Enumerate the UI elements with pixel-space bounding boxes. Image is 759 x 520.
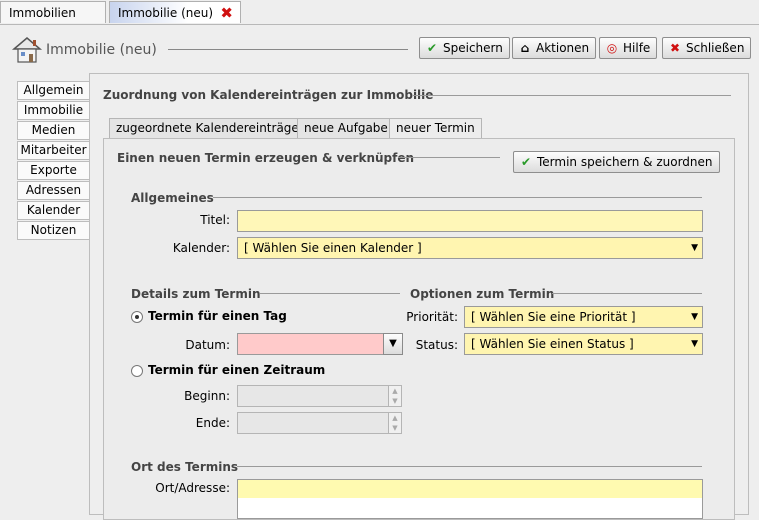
close-tab-icon[interactable]: ✖	[220, 5, 233, 21]
ende-input[interactable]	[237, 412, 389, 434]
radio-termin-tag-label: Termin für einen Tag	[148, 309, 287, 323]
actions-button[interactable]: ⌂ Aktionen	[512, 37, 597, 59]
tab-zugeordnete-kalendereintraege[interactable]: zugeordnete Kalendereinträge	[109, 118, 306, 138]
house-icon: ⌂	[520, 41, 530, 55]
sidebar-item-mitarbeiter[interactable]: Mitarbeiter	[17, 141, 89, 160]
tab-immobilie-neu[interactable]: Immobilie (neu) ✖	[109, 1, 241, 23]
sidebar-item-adressen[interactable]: Adressen	[17, 181, 89, 200]
chevron-down-icon: ▼	[691, 312, 698, 322]
tab-neuer-termin[interactable]: neuer Termin	[389, 118, 482, 139]
titel-label: Titel:	[200, 213, 230, 227]
house-icon	[11, 37, 43, 63]
document-tab-bar: Immobilien Immobilie (neu) ✖	[0, 0, 759, 25]
panel-title: Einen neuen Termin erzeugen & verknüpfen	[117, 151, 415, 165]
radio-termin-zeitraum[interactable]	[131, 365, 143, 377]
kalender-select[interactable]: [ Wählen Sie einen Kalender ] ▼	[237, 237, 703, 259]
chevron-down-icon: ▼	[691, 243, 698, 253]
ende-label: Ende:	[195, 416, 230, 430]
ort-separator	[237, 466, 702, 467]
prioritaet-select[interactable]: [ Wählen Sie eine Priorität ] ▼	[464, 306, 703, 328]
page-title: Immobilie (neu)	[46, 42, 157, 58]
tab-label: Immobilie (neu)	[118, 6, 214, 20]
status-label: Status:	[415, 338, 458, 352]
section-separator	[413, 95, 731, 96]
close-button[interactable]: ✖ Schließen	[662, 37, 752, 59]
save-and-assign-button[interactable]: ✔ Termin speichern & zuordnen	[513, 151, 720, 173]
prioritaet-label: Priorität:	[406, 310, 458, 324]
help-button[interactable]: ◎ Hilfe	[599, 37, 658, 59]
panel-title-separator	[398, 157, 500, 158]
optionen-separator	[552, 293, 702, 294]
section-title: Zuordnung von Kalendereinträgen zur Immo…	[103, 88, 434, 102]
beginn-spinner[interactable]: ▲ ▼	[388, 385, 402, 407]
sidebar-item-allgemein[interactable]: Allgemein	[17, 81, 89, 100]
status-select[interactable]: [ Wählen Sie einen Status ] ▼	[464, 333, 703, 355]
datum-input[interactable]	[237, 333, 384, 355]
allgemeines-separator	[213, 197, 702, 198]
lifebuoy-icon: ◎	[606, 41, 618, 55]
datum-label: Datum:	[185, 338, 230, 352]
save-button[interactable]: ✔ Speichern	[419, 37, 510, 59]
checkmark-icon: ✔	[426, 41, 438, 55]
ende-spinner[interactable]: ▲ ▼	[388, 412, 402, 434]
kalender-label: Kalender:	[172, 241, 230, 255]
sidebar-item-medien[interactable]: Medien	[17, 121, 89, 140]
chevron-down-icon: ▼	[691, 339, 698, 349]
tab-label: Immobilien	[9, 6, 76, 20]
close-icon: ✖	[669, 41, 681, 55]
sidebar-item-kalender[interactable]: Kalender	[17, 201, 89, 220]
sidebar-item-notizen[interactable]: Notizen	[17, 221, 89, 240]
checkmark-icon: ✔	[520, 155, 532, 169]
details-separator	[260, 293, 400, 294]
details-heading: Details zum Termin	[131, 287, 261, 301]
titel-input[interactable]	[237, 210, 703, 232]
beginn-input[interactable]	[237, 385, 389, 407]
allgemeines-heading: Allgemeines	[131, 191, 214, 205]
radio-termin-tag[interactable]	[131, 311, 143, 323]
ort-textarea[interactable]	[237, 479, 703, 519]
ort-heading: Ort des Termins	[131, 460, 239, 474]
optionen-heading: Optionen zum Termin	[410, 287, 555, 301]
radio-termin-zeitraum-label: Termin für einen Zeitraum	[148, 363, 326, 377]
chevron-down-icon: ▼	[389, 338, 397, 349]
sidebar-item-immobilie[interactable]: Immobilie	[17, 101, 89, 120]
title-separator	[168, 49, 408, 50]
beginn-label: Beginn:	[184, 389, 230, 403]
tab-immobilien[interactable]: Immobilien	[0, 1, 106, 23]
sidebar-item-exporte[interactable]: Exporte	[17, 161, 89, 180]
ort-label: Ort/Adresse:	[155, 481, 230, 495]
tab-neue-aufgabe[interactable]: neue Aufgabe	[297, 118, 395, 138]
